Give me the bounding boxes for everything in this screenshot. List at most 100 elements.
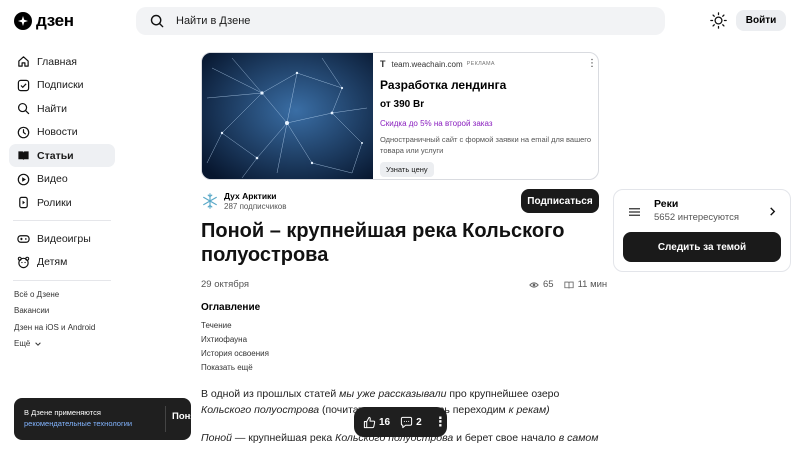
sidebar-item-articles[interactable]: Статьи <box>9 144 115 167</box>
sidebar-item-label: Видеоигры <box>37 232 91 245</box>
text-run-italic: Поной <box>201 432 232 444</box>
news-icon <box>17 126 30 138</box>
login-button[interactable]: Войти <box>736 10 786 31</box>
ad-title[interactable]: Разработка лендинга <box>380 78 592 92</box>
table-of-contents: Течение Ихтиофауна История освоения Пока… <box>201 318 269 375</box>
author-row[interactable]: Дух Арктики 287 подписчиков <box>201 191 286 211</box>
sidebar-item-kids[interactable]: Детям <box>9 251 115 274</box>
logo-text: дзен <box>36 11 74 30</box>
sidebar-divider <box>13 220 111 221</box>
ad-block[interactable]: T team.weachain.com РЕКЛАМА Разработка л… <box>201 52 599 180</box>
cookie-accept-button[interactable]: Понятно <box>172 411 212 422</box>
comments-button[interactable]: 2 <box>400 416 422 429</box>
text-run: и берет свое начало <box>453 432 559 444</box>
toc-show-more[interactable]: Показать ещё <box>201 361 269 375</box>
more-vertical-icon[interactable]: ⋮ <box>587 58 597 69</box>
sidebar-item-news[interactable]: Новости <box>9 121 115 144</box>
author-name[interactable]: Дух Арктики <box>224 191 286 201</box>
toc-item[interactable]: Ихтиофауна <box>201 332 269 346</box>
gamepad-icon <box>17 235 30 243</box>
text-run: — крупнейшая река <box>231 432 336 444</box>
ad-discount: Скидка до 5% на второй заказ <box>380 119 493 128</box>
sidebar-item-label: Видео <box>37 173 68 185</box>
cookie-divider <box>165 406 166 432</box>
follow-topic-button[interactable]: Следить за темой <box>623 232 781 262</box>
cookie-text: В Дзене применяются <box>24 408 101 417</box>
search-icon <box>150 14 164 28</box>
home-icon <box>18 56 29 67</box>
search-bar[interactable]: Найти в Дзене <box>136 7 665 35</box>
ad-description: Одностраничный сайт с формой заявки на e… <box>380 135 592 155</box>
toc-item[interactable]: История освоения <box>201 346 269 360</box>
text-run-italic: в самом <box>558 432 599 444</box>
sidebar-item-shorts[interactable]: Ролики <box>9 191 115 214</box>
sidebar-divider <box>13 279 111 281</box>
toc-item[interactable]: Течение <box>201 318 269 332</box>
topic-card: Реки 5652 интересуются Следить за темой <box>613 189 791 272</box>
footer-link-about[interactable]: Всё о Дзене <box>9 287 115 303</box>
article-paragraph: В одной из прошлых статей мы уже рассказ… <box>201 387 601 401</box>
kids-icon <box>17 256 30 268</box>
search-icon <box>17 102 30 115</box>
menu-icon <box>629 208 640 216</box>
video-icon <box>17 173 30 185</box>
sidebar-item-home[interactable]: Главная <box>9 50 115 73</box>
shorts-icon <box>19 196 28 209</box>
author-info: Дух Арктики 287 подписчиков <box>224 191 286 211</box>
ad-cta-button[interactable]: Узнать цену <box>380 162 434 177</box>
cookie-banner: В Дзене применяются рекомендательные тех… <box>14 398 212 440</box>
ad-domain[interactable]: team.weachain.com <box>392 60 463 69</box>
text-run: В одной из прошлых статей <box>201 388 340 400</box>
book-icon <box>563 281 574 288</box>
search-input[interactable]: Найти в Дзене <box>176 15 250 27</box>
comments-count: 2 <box>416 416 422 428</box>
topic-name[interactable]: Реки <box>654 198 678 210</box>
chevron-down-icon <box>35 341 42 346</box>
text-run-italic: к рекам) <box>508 404 550 416</box>
footer-link-vacancies[interactable]: Вакансии <box>9 303 115 319</box>
footer-link-more[interactable]: Ещё <box>9 335 115 351</box>
advertiser-icon: T <box>380 59 386 69</box>
ad-domain-row: T team.weachain.com РЕКЛАМА <box>380 59 592 69</box>
sidebar-item-label: Главная <box>37 55 77 68</box>
chevron-right-icon[interactable] <box>768 206 777 217</box>
comment-icon <box>401 416 413 428</box>
topic-followers: 5652 интересуются <box>654 212 739 223</box>
sidebar-item-label: Найти <box>37 102 67 115</box>
cookie-link[interactable]: рекомендательные технологии <box>24 419 132 428</box>
text-run: про крупнейшее озеро <box>446 388 560 400</box>
footer-link-apps[interactable]: Дзен на iOS и Android <box>9 319 115 335</box>
reactions-bar: 16 2 ⋮ <box>354 407 447 437</box>
sidebar-item-subscriptions[interactable]: Подписки <box>9 74 115 97</box>
sidebar-item-label: Подписки <box>37 79 84 91</box>
sidebar-item-label: Статьи <box>37 149 74 162</box>
article-stats: 65 11 мин <box>529 279 607 290</box>
sidebar-item-search[interactable]: Найти <box>9 97 115 120</box>
more-vertical-icon[interactable]: ⋮ <box>434 414 447 430</box>
ad-label: РЕКЛАМА <box>466 61 495 67</box>
article-title: Поной – крупнейшая река Кольского полуос… <box>201 220 565 266</box>
ad-network-image <box>202 53 373 179</box>
author-avatar <box>203 193 217 209</box>
ad-price: от 390 Br <box>380 99 425 110</box>
subscriptions-icon <box>17 79 30 91</box>
article-link[interactable]: мы уже рассказывали <box>339 388 446 400</box>
more-label: Ещё <box>14 339 31 349</box>
dzen-logo[interactable]: дзен <box>14 11 74 31</box>
article-date: 29 октября <box>201 279 250 290</box>
toc-title: Оглавление <box>201 302 261 313</box>
eye-icon <box>529 281 539 288</box>
sun-icon[interactable] <box>710 12 727 29</box>
like-button[interactable]: 16 <box>363 416 390 429</box>
subscribe-button[interactable]: Подписаться <box>521 189 599 213</box>
article-link[interactable]: Кольского полуострова <box>201 404 319 416</box>
sidebar-item-video[interactable]: Видео <box>9 168 115 191</box>
articles-icon <box>18 151 29 161</box>
thumbs-up-icon <box>363 416 376 428</box>
sidebar: Главная Подписки Найти Новости Статьи Ви… <box>9 50 115 352</box>
sidebar-item-label: Ролики <box>37 196 72 209</box>
author-subscribers: 287 подписчиков <box>224 202 287 211</box>
sidebar-item-videogames[interactable]: Видеоигры <box>9 227 115 250</box>
sidebar-item-label: Новости <box>37 126 78 138</box>
likes-count: 16 <box>379 416 391 428</box>
